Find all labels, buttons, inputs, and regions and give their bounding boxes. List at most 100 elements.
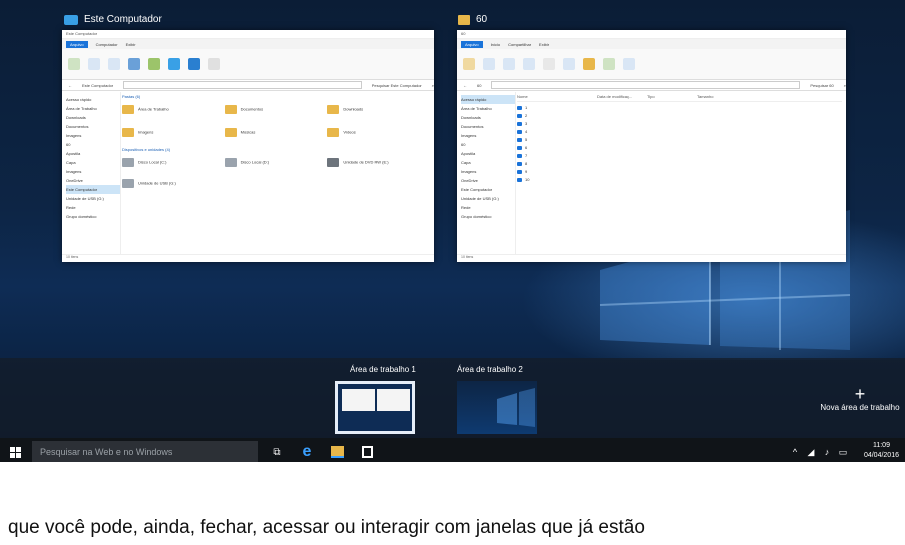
- explorer-window-60[interactable]: 60 Arquivo Início Compartilhar Exibir ← …: [457, 30, 846, 262]
- tab-view[interactable]: Exibir: [539, 42, 549, 47]
- file-explorer-icon[interactable]: [328, 443, 346, 461]
- folder-item[interactable]: Vídeos: [327, 128, 430, 137]
- nav-item[interactable]: Acesso rápido: [461, 95, 515, 104]
- paste-icon[interactable]: [503, 58, 515, 70]
- nav-item[interactable]: OneDrive: [66, 176, 120, 185]
- properties-icon[interactable]: [603, 58, 615, 70]
- desktop-2-thumbnail[interactable]: [457, 381, 537, 434]
- notification-icon[interactable]: ▭: [834, 443, 852, 461]
- taskbar-search-box[interactable]: Pesquisar na Web e no Windows: [32, 441, 258, 462]
- nav-item[interactable]: Downloads: [66, 113, 120, 122]
- new-folder-icon[interactable]: [583, 58, 595, 70]
- nav-item[interactable]: Downloads: [461, 113, 515, 122]
- settings-icon[interactable]: [188, 58, 200, 70]
- network-drive-icon[interactable]: [148, 58, 160, 70]
- explorer-window-computer[interactable]: Este Computador Arquivo Computador Exibi…: [62, 30, 434, 262]
- window-caption-60[interactable]: 60: [458, 14, 487, 25]
- table-row[interactable]: 8: [517, 160, 842, 168]
- open-icon[interactable]: [88, 58, 100, 70]
- rename-icon[interactable]: [563, 58, 575, 70]
- drive-item[interactable]: Disco Local (D:): [224, 158, 328, 167]
- select-all-icon[interactable]: [623, 58, 635, 70]
- column-header-name[interactable]: Nome: [517, 94, 597, 99]
- nav-item[interactable]: Imagens: [461, 167, 515, 176]
- nav-item[interactable]: Área de Trabalho: [66, 104, 120, 113]
- drive-item[interactable]: Unidade de USB (G:): [122, 179, 225, 188]
- store-icon[interactable]: [358, 443, 376, 461]
- tab-view[interactable]: Exibir: [126, 42, 136, 47]
- table-row[interactable]: 2: [517, 112, 842, 120]
- desktop-1-thumbnail[interactable]: [335, 381, 415, 434]
- table-row[interactable]: 4: [517, 128, 842, 136]
- address-text[interactable]: Este Computador: [82, 83, 113, 88]
- tab-file[interactable]: Arquivo: [461, 40, 483, 48]
- status-bar: 10 itens: [62, 254, 434, 262]
- nav-item[interactable]: Capa: [461, 158, 515, 167]
- nav-item[interactable]: Este Computador: [461, 185, 515, 194]
- nav-item[interactable]: Apostila: [66, 149, 120, 158]
- nav-item[interactable]: Unidade de USB (G:): [461, 194, 515, 203]
- table-row[interactable]: 6: [517, 144, 842, 152]
- windows-start-icon[interactable]: [6, 443, 24, 461]
- nav-item[interactable]: Grupo doméstico: [66, 212, 120, 221]
- task-view-icon[interactable]: ⧉: [268, 443, 286, 461]
- nav-item[interactable]: Capa: [66, 158, 120, 167]
- media-icon[interactable]: [128, 58, 140, 70]
- edge-browser-icon[interactable]: e: [298, 443, 316, 461]
- window-caption-computer[interactable]: Este Computador: [64, 14, 162, 25]
- taskbar-clock[interactable]: 11:09 04/04/2016: [864, 441, 899, 461]
- table-row[interactable]: 7: [517, 152, 842, 160]
- tab-share[interactable]: Compartilhar: [508, 42, 531, 47]
- folder-item[interactable]: Documentos: [224, 105, 328, 114]
- table-row[interactable]: 10: [517, 176, 842, 184]
- nav-item[interactable]: Este Computador: [66, 185, 120, 194]
- nav-item[interactable]: Unidade de USB (G:): [66, 194, 120, 203]
- table-row[interactable]: 9: [517, 168, 842, 176]
- nav-item[interactable]: Documentos: [66, 122, 120, 131]
- back-arrow-icon[interactable]: ←: [68, 83, 72, 88]
- drive-item[interactable]: Unidade de DVD RW (E:): [327, 158, 430, 167]
- folder-item[interactable]: Área de Trabalho: [122, 105, 225, 114]
- nav-item[interactable]: Rede: [461, 203, 515, 212]
- nav-item[interactable]: OneDrive: [461, 176, 515, 185]
- nav-item[interactable]: Acesso rápido: [66, 95, 120, 104]
- nav-item[interactable]: Imagens: [66, 131, 120, 140]
- folder-item[interactable]: Músicas: [224, 128, 328, 137]
- network-location-icon[interactable]: [168, 58, 180, 70]
- section-folders[interactable]: Pastas (6): [122, 94, 430, 99]
- nav-item[interactable]: Grupo doméstico: [461, 212, 515, 221]
- nav-item[interactable]: Documentos: [461, 122, 515, 131]
- nav-item[interactable]: 60: [66, 140, 120, 149]
- pin-icon[interactable]: [463, 58, 475, 70]
- search-box[interactable]: Pesquisar 60: [810, 83, 833, 88]
- address-text[interactable]: 60: [477, 83, 481, 88]
- folder-item[interactable]: Downloads: [327, 105, 430, 114]
- section-drives[interactable]: Dispositivos e unidades (4): [122, 147, 430, 152]
- table-row[interactable]: 3: [517, 120, 842, 128]
- nav-item[interactable]: Rede: [66, 203, 120, 212]
- properties-icon[interactable]: [68, 58, 80, 70]
- tab-home[interactable]: Início: [491, 42, 501, 47]
- nav-item[interactable]: Apostila: [461, 149, 515, 158]
- nav-item[interactable]: Área de Trabalho: [461, 104, 515, 113]
- uninstall-icon[interactable]: [208, 58, 220, 70]
- back-arrow-icon[interactable]: ←: [463, 83, 467, 88]
- move-to-icon[interactable]: [523, 58, 535, 70]
- copy-icon[interactable]: [483, 58, 495, 70]
- drive-item[interactable]: Disco Local (C:): [122, 158, 225, 167]
- rename-icon[interactable]: [108, 58, 120, 70]
- nav-item[interactable]: 60: [461, 140, 515, 149]
- nav-item[interactable]: Imagens: [461, 131, 515, 140]
- tab-file[interactable]: Arquivo: [66, 40, 88, 48]
- search-box[interactable]: Pesquisar Este Computador: [372, 83, 422, 88]
- delete-icon[interactable]: [543, 58, 555, 70]
- table-row[interactable]: 1: [517, 104, 842, 112]
- column-header-size[interactable]: Tamanho: [697, 94, 737, 99]
- nav-item[interactable]: Imagens: [66, 167, 120, 176]
- column-header-date[interactable]: Data de modificaç...: [597, 94, 647, 99]
- column-header-type[interactable]: Tipo: [647, 94, 697, 99]
- table-row[interactable]: 5: [517, 136, 842, 144]
- folder-item[interactable]: Imagens: [122, 128, 225, 137]
- new-desktop-button[interactable]: + Nova área de trabalho: [815, 385, 905, 412]
- tab-computer[interactable]: Computador: [96, 42, 118, 47]
